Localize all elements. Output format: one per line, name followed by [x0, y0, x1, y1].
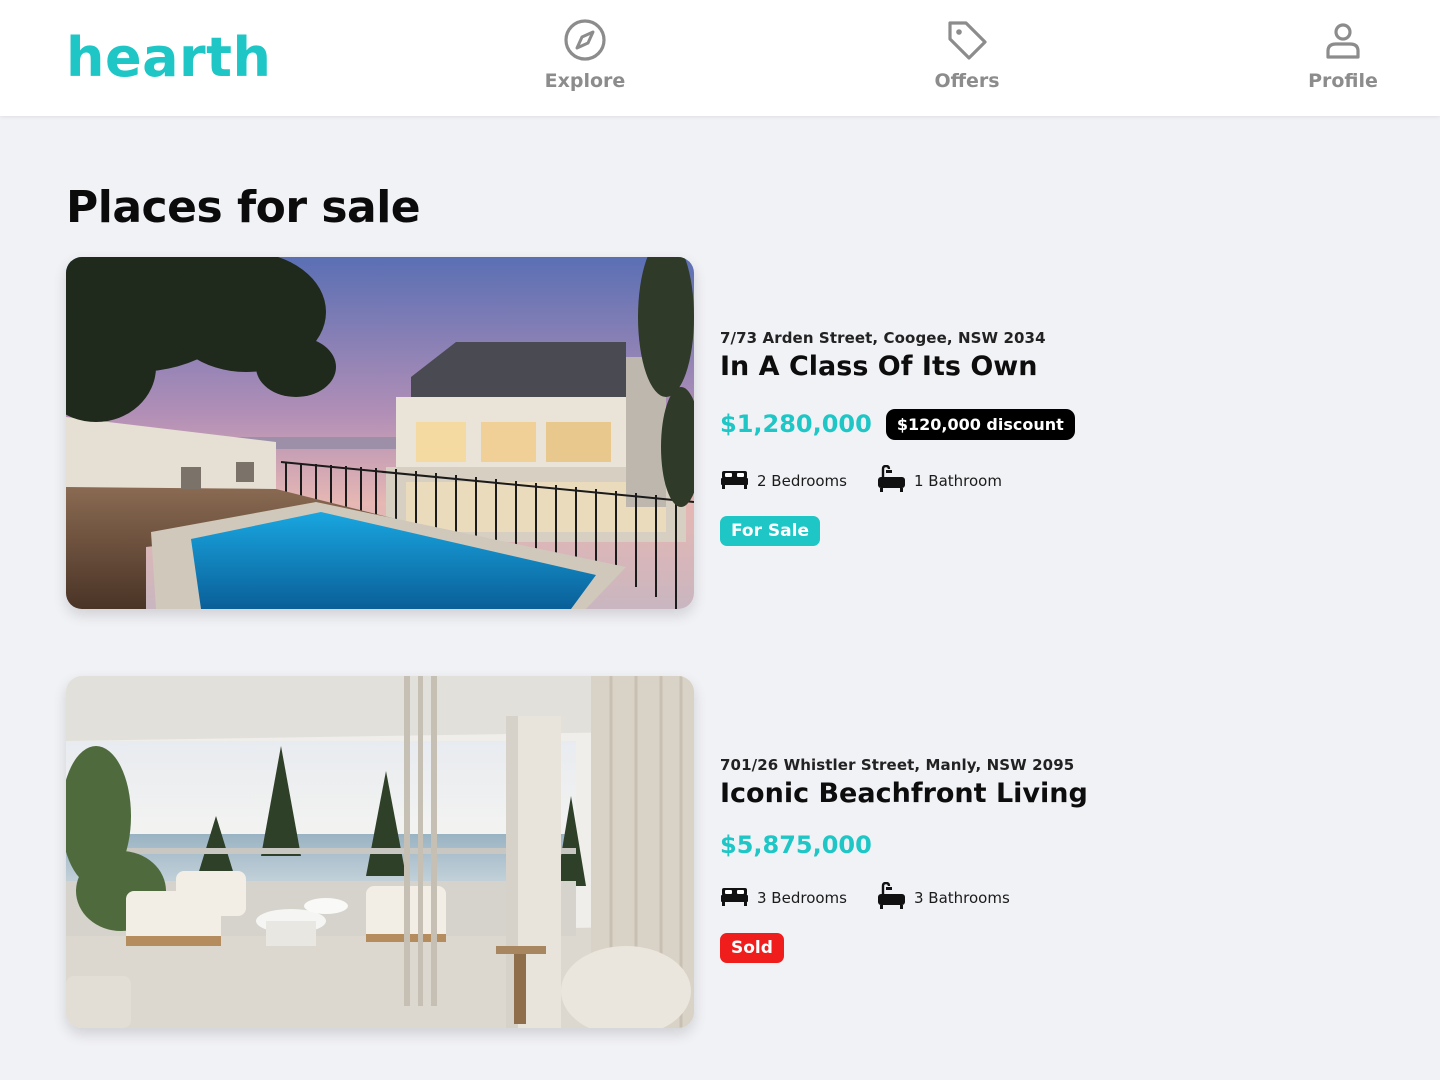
bathrooms-feature: 1 Bathroom	[877, 464, 1002, 498]
listing-address: 701/26 Whistler Street, Manly, NSW 2095	[720, 756, 1075, 774]
bathtub-icon	[877, 881, 914, 915]
price-row: $1,280,000 $120,000 discount	[720, 408, 1075, 440]
nav-label-profile: Profile	[1308, 70, 1378, 92]
listing-price: $5,875,000	[720, 831, 872, 859]
status-badge: For Sale	[720, 516, 820, 546]
listing-title[interactable]: Iconic Beachfront Living	[720, 778, 1088, 809]
listing-info: 7/73 Arden Street, Coogee, NSW 2034 In A…	[720, 329, 1075, 546]
bedrooms-text: 3 Bedrooms	[757, 889, 847, 907]
nav-item-offers[interactable]: Offers	[907, 18, 1027, 104]
top-navigation-bar: hearth Explore Offers Profile	[0, 0, 1440, 116]
bed-icon	[720, 468, 757, 495]
listing-photo[interactable]	[66, 676, 694, 1028]
bedrooms-feature: 2 Bedrooms	[720, 468, 847, 495]
nav-item-explore[interactable]: Explore	[525, 18, 645, 104]
bed-icon	[720, 885, 757, 912]
compass-icon	[525, 18, 645, 62]
page-title: Places for sale	[66, 182, 421, 233]
listing-card: 701/26 Whistler Street, Manly, NSW 2095 …	[66, 676, 1366, 1028]
bathrooms-feature: 3 Bathrooms	[877, 881, 1010, 915]
bathrooms-text: 1 Bathroom	[913, 472, 1002, 490]
listing-card: 7/73 Arden Street, Coogee, NSW 2034 In A…	[66, 257, 1366, 609]
tag-icon	[907, 18, 1027, 62]
bedrooms-feature: 3 Bedrooms	[720, 885, 847, 912]
status-badge: Sold	[720, 933, 784, 963]
user-icon	[1283, 18, 1403, 62]
bedrooms-text: 2 Bedrooms	[757, 472, 847, 490]
listing-features: 2 Bedrooms 1 Bathroom	[720, 464, 1075, 498]
bathtub-icon	[877, 464, 914, 498]
nav-label-explore: Explore	[544, 70, 626, 92]
bathrooms-text: 3 Bathrooms	[913, 889, 1010, 907]
nav-item-profile[interactable]: Profile	[1283, 18, 1403, 104]
listing-photo[interactable]	[66, 257, 694, 609]
price-row: $5,875,000	[720, 829, 1088, 861]
listing-price: $1,280,000	[720, 410, 872, 438]
discount-badge: $120,000 discount	[885, 408, 1075, 440]
brand-logo[interactable]: hearth	[66, 28, 271, 88]
nav-label-offers: Offers	[934, 70, 1000, 92]
listing-address: 7/73 Arden Street, Coogee, NSW 2034	[720, 329, 1046, 347]
listing-features: 3 Bedrooms 3 Bathrooms	[720, 881, 1088, 915]
listing-title[interactable]: In A Class Of Its Own	[720, 351, 1075, 382]
listing-info: 701/26 Whistler Street, Manly, NSW 2095 …	[720, 756, 1088, 963]
